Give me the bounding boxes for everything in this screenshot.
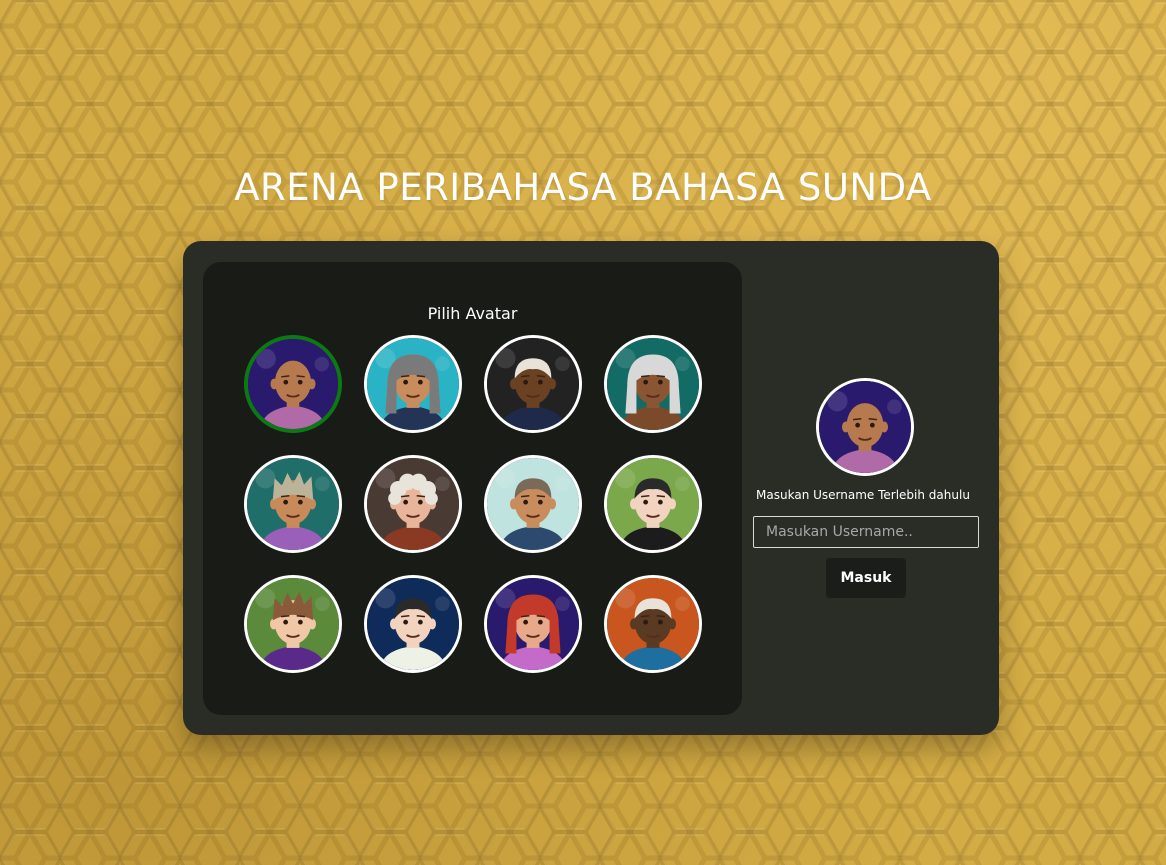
avatar-fur-collar-icon[interactable] <box>364 575 462 673</box>
avatar-bald-space-icon[interactable] <box>244 335 342 433</box>
selected-avatar-preview <box>816 378 914 476</box>
avatar-sunglasses-icon[interactable] <box>604 455 702 553</box>
login-card: Pilih Avatar Masukan Username Terlebih d… <box>183 241 999 735</box>
avatar-picker-title: Pilih Avatar <box>427 304 518 323</box>
username-prompt: Masukan Username Terlebih dahulu <box>756 488 970 502</box>
avatar-long-hair-blue-icon[interactable] <box>364 335 462 433</box>
avatar-picker-panel: Pilih Avatar <box>203 262 742 715</box>
avatar-jungle-icon[interactable] <box>244 575 342 673</box>
page-title: ARENA PERIBAHASA BAHASA SUNDA <box>234 166 932 209</box>
avatar-blue-glasses-icon[interactable] <box>484 455 582 553</box>
avatar-suit-icon[interactable] <box>484 335 582 433</box>
username-form: Masukan Username Terlebih dahulu Masuk <box>743 241 999 735</box>
username-input[interactable] <box>753 516 979 548</box>
avatar-pink-glasses-icon[interactable] <box>364 455 462 553</box>
avatar-red-hair-icon[interactable] <box>484 575 582 673</box>
avatar-silver-hair-icon[interactable] <box>604 335 702 433</box>
submit-button[interactable]: Masuk <box>826 558 906 598</box>
avatar-round-glasses-icon[interactable] <box>604 575 702 673</box>
avatar-spiky-hair-icon[interactable] <box>244 455 342 553</box>
